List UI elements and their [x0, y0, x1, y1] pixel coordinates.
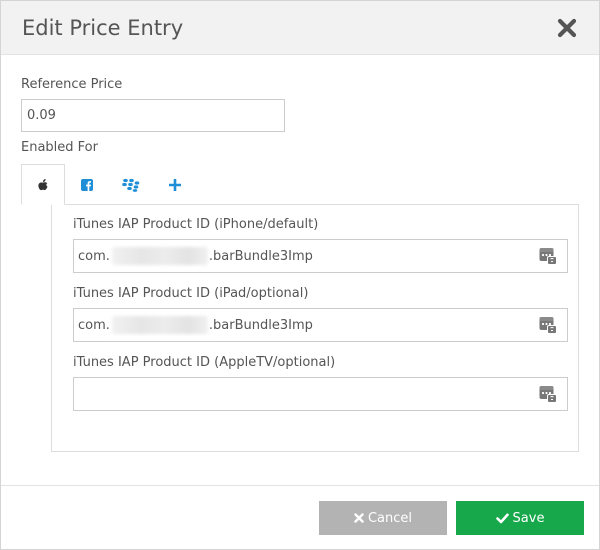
product-id-suffix: .barBundle3Imp [208, 248, 313, 264]
tab-add-platform[interactable] [153, 164, 197, 205]
enabled-for-label: Enabled For [21, 140, 98, 155]
modal-title: Edit Price Entry [22, 15, 184, 40]
reference-price-input[interactable] [21, 99, 285, 132]
modal-header: Edit Price Entry [1, 1, 599, 55]
edit-price-entry-modal: Edit Price Entry Reference Price Enabled… [0, 0, 600, 550]
plus-icon [169, 178, 181, 191]
product-id-input-iphone[interactable]: com. .barBundle3Imp [73, 239, 568, 273]
product-id-input-appletv[interactable] [73, 377, 568, 411]
tab-blackberry[interactable] [109, 164, 153, 205]
platform-tabs [21, 164, 579, 205]
tab-apple[interactable] [21, 164, 65, 205]
product-id-label-iphone: iTunes IAP Product ID (iPhone/default) [73, 217, 319, 232]
password-manager-icon[interactable] [539, 247, 557, 265]
product-id-group-iphone: iTunes IAP Product ID (iPhone/default) c… [73, 217, 568, 273]
check-icon [495, 513, 509, 524]
product-id-label-appletv: iTunes IAP Product ID (AppleTV/optional) [73, 355, 336, 370]
modal-footer: Cancel Save [1, 485, 599, 550]
save-label: Save [512, 510, 545, 526]
product-id-group-appletv: iTunes IAP Product ID (AppleTV/optional) [73, 355, 568, 411]
modal-body: Reference Price Enabled For [1, 55, 599, 452]
close-icon [354, 513, 364, 523]
product-id-group-ipad: iTunes IAP Product ID (iPad/optional) co… [73, 286, 568, 342]
product-id-input-ipad[interactable]: com. .barBundle3Imp [73, 308, 568, 342]
redacted-text [111, 247, 208, 265]
password-manager-icon[interactable] [539, 316, 557, 334]
product-id-prefix: com. [78, 317, 110, 333]
product-id-label-ipad: iTunes IAP Product ID (iPad/optional) [73, 286, 309, 301]
save-button[interactable]: Save [456, 501, 584, 535]
apple-icon [38, 178, 48, 190]
redacted-text [111, 316, 208, 334]
product-id-prefix: com. [78, 248, 110, 264]
product-id-suffix: .barBundle3Imp [208, 317, 313, 333]
apple-tab-panel: iTunes IAP Product ID (iPhone/default) c… [21, 204, 579, 452]
password-manager-icon[interactable] [539, 385, 557, 403]
cancel-label: Cancel [367, 510, 413, 526]
close-button[interactable] [555, 16, 579, 40]
facebook-icon [81, 178, 93, 191]
reference-price-label: Reference Price [21, 77, 123, 92]
tab-facebook[interactable] [65, 164, 109, 205]
blackberry-icon [122, 178, 140, 192]
cancel-button[interactable]: Cancel [319, 501, 447, 535]
close-icon [557, 18, 577, 37]
